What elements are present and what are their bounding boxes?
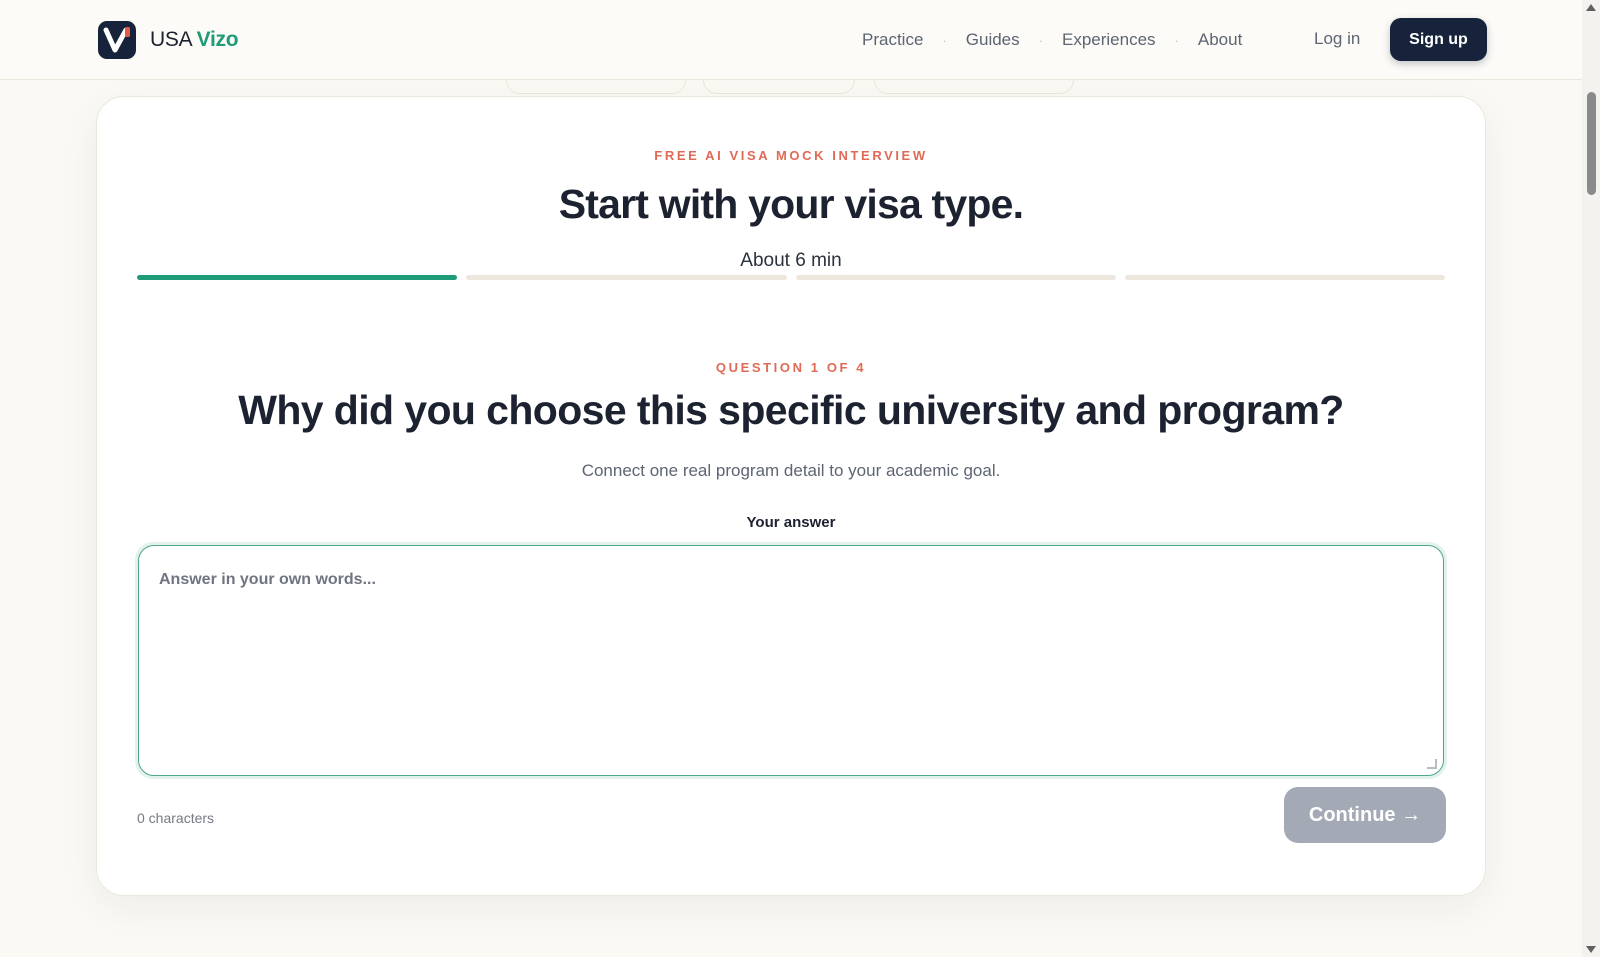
nav-separator: · xyxy=(1174,32,1179,48)
question-hint: Connect one real program detail to your … xyxy=(581,461,1001,480)
top-navigation-bar: USA Vizo Practice · Guides · Experiences… xyxy=(0,0,1582,80)
card-eyebrow: FREE AI VISA MOCK INTERVIEW xyxy=(654,148,928,163)
progress-segment xyxy=(795,275,1116,280)
nav-link-guides[interactable]: Guides xyxy=(966,30,1020,50)
continue-button[interactable]: Continue → xyxy=(1284,787,1446,843)
scrollbar-thumb[interactable] xyxy=(1587,92,1596,195)
brand-logo-link[interactable]: USA Vizo xyxy=(98,21,239,59)
page-title: Start with your visa type. xyxy=(558,181,1024,227)
brand-prefix: USA xyxy=(150,28,192,51)
page-scrollbar[interactable] xyxy=(1582,0,1600,957)
progress-segment xyxy=(466,275,787,280)
nav-link-about[interactable]: About xyxy=(1198,30,1242,50)
step-progress-bar xyxy=(137,275,1445,280)
character-count: 0 characters xyxy=(137,810,215,826)
brand-accent: Vizo xyxy=(196,28,239,51)
nav-separator: · xyxy=(1038,32,1043,48)
main-nav: Practice · Guides · Experiences · About xyxy=(862,0,1242,80)
progress-segment xyxy=(137,275,458,280)
mock-interview-card: FREE AI VISA MOCK INTERVIEW Start with y… xyxy=(96,96,1486,896)
question-counter: QUESTION 1 OF 4 xyxy=(715,360,867,375)
answer-field-wrapper xyxy=(135,542,1447,779)
progress-segment xyxy=(1124,275,1445,280)
signup-button[interactable]: Sign up xyxy=(1390,18,1487,61)
v-check-logo-icon xyxy=(98,21,136,59)
answer-label: Your answer xyxy=(746,514,836,531)
brand-name: USA Vizo xyxy=(150,28,239,52)
question-text: Why did you choose this specific univers… xyxy=(238,387,1344,433)
answer-textarea[interactable] xyxy=(138,545,1444,776)
nav-separator: · xyxy=(942,32,947,48)
duration-label: About 6 min xyxy=(740,250,842,271)
nav-link-practice[interactable]: Practice xyxy=(862,30,923,50)
resize-handle-icon[interactable] xyxy=(1427,759,1437,769)
scroll-down-arrow-icon[interactable] xyxy=(1586,946,1596,953)
nav-link-experiences[interactable]: Experiences xyxy=(1062,30,1156,50)
login-link[interactable]: Log in xyxy=(1314,29,1360,49)
scroll-up-arrow-icon[interactable] xyxy=(1586,4,1596,11)
